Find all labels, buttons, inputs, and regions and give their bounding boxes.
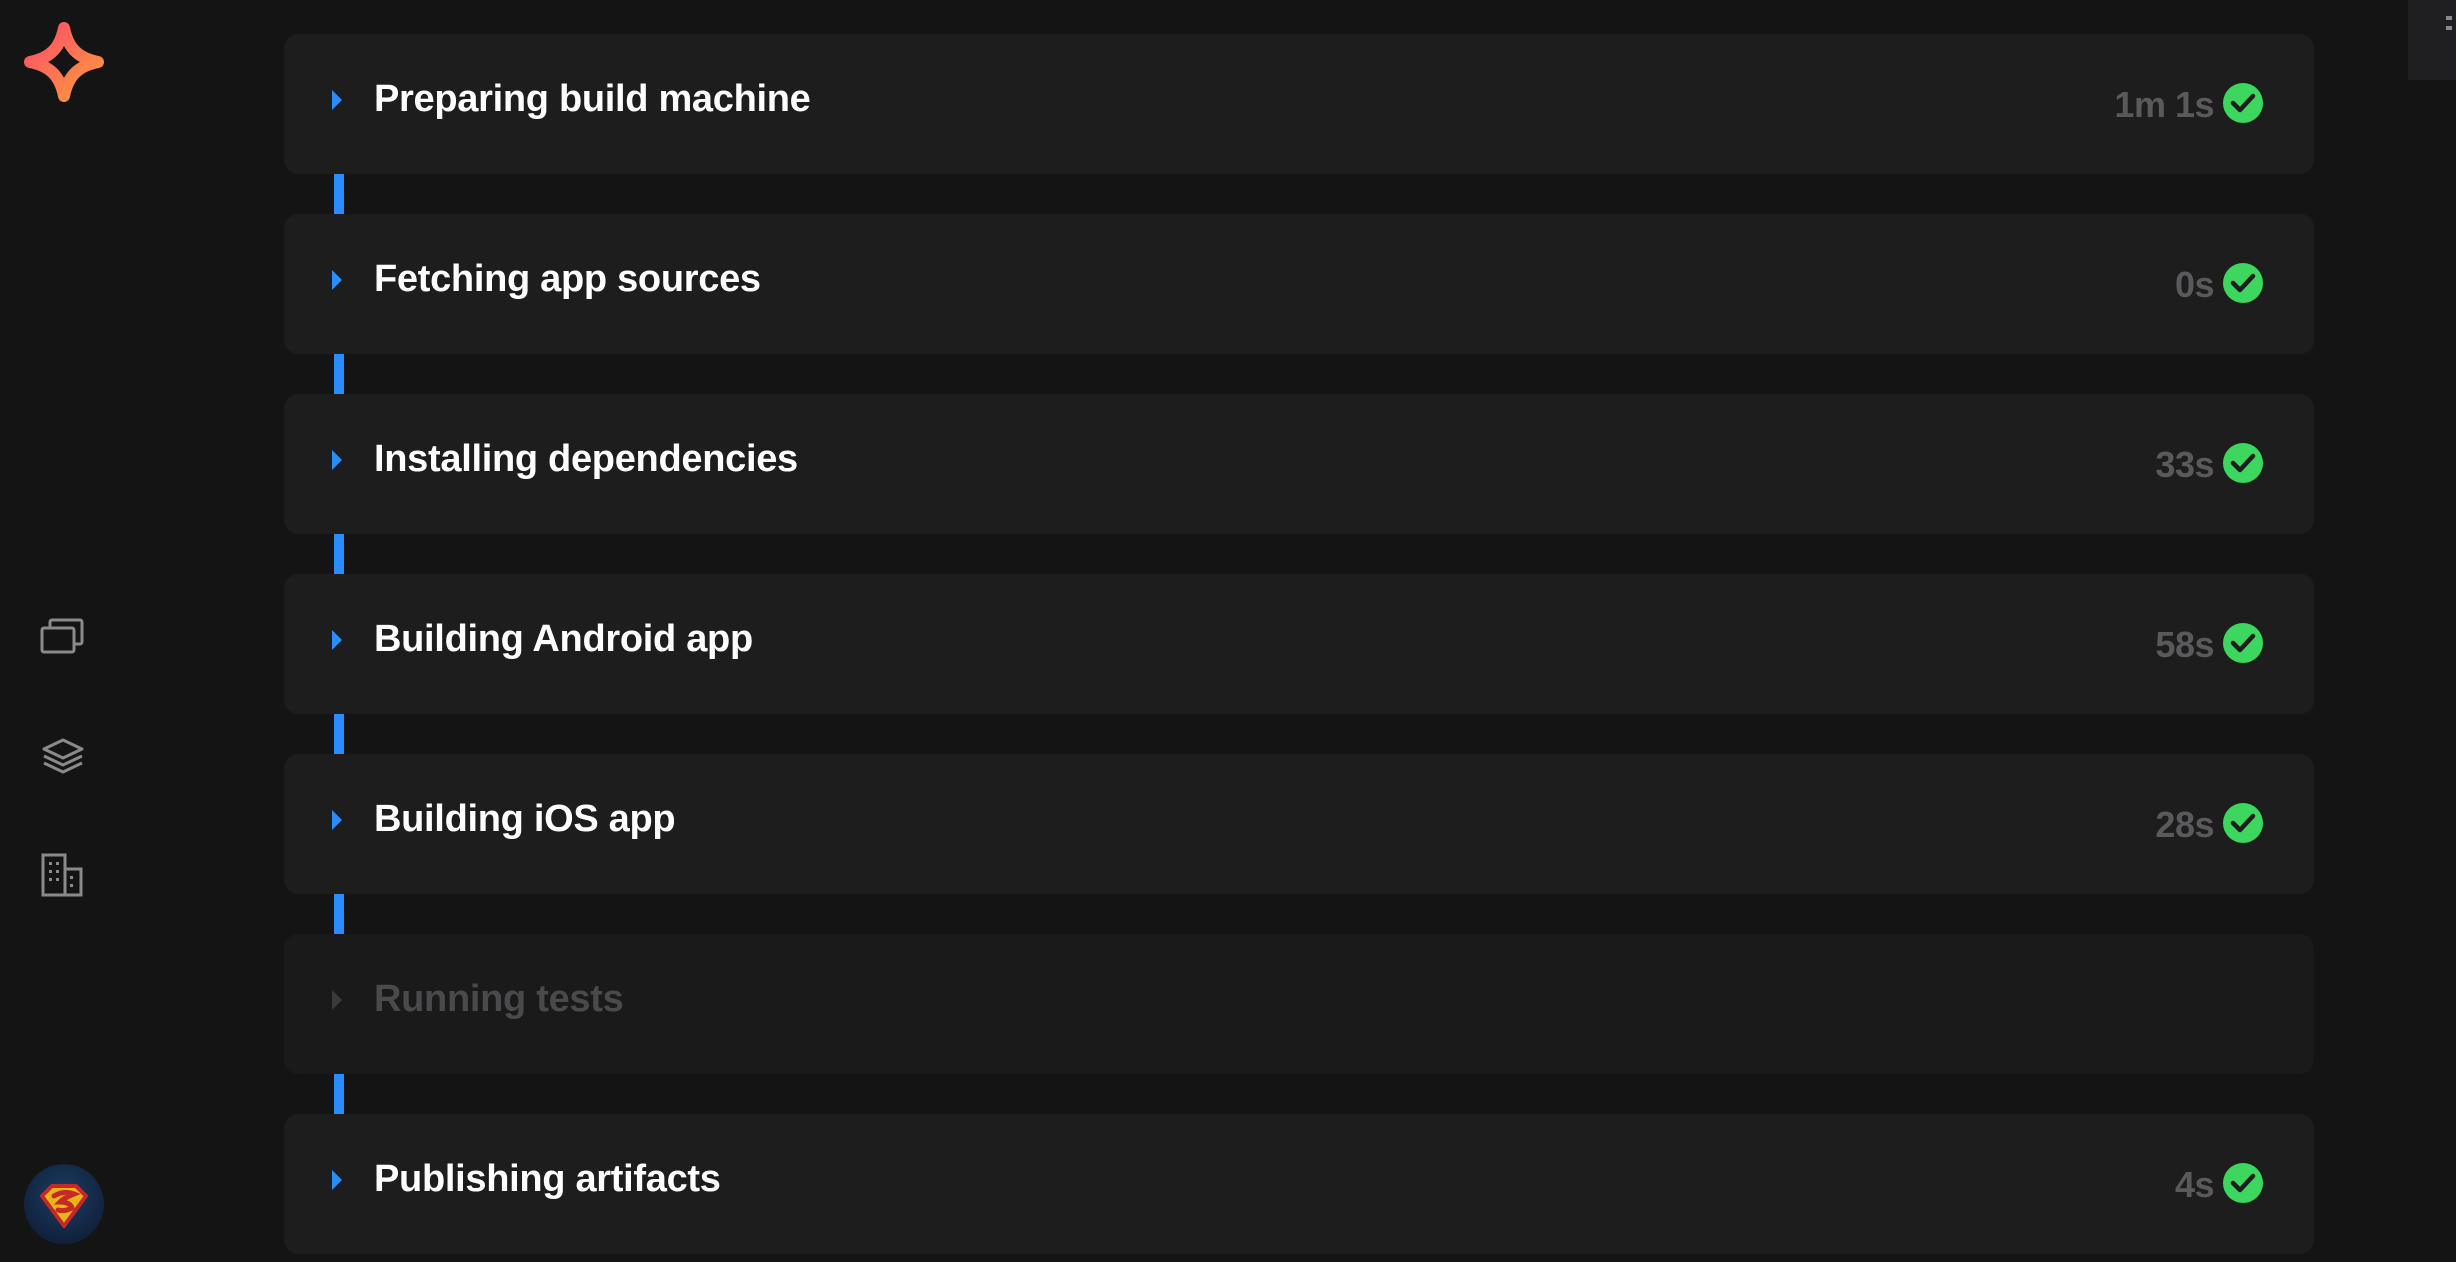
build-step[interactable]: Publishing artifacts 4s — [284, 1114, 2314, 1254]
step-title: Publishing artifacts — [374, 1158, 721, 1200]
expand-caret-icon[interactable] — [332, 90, 342, 110]
success-check-icon — [2223, 623, 2263, 663]
step-duration: 4s — [2174, 1164, 2215, 1205]
step-title: Fetching app sources — [374, 258, 761, 300]
logo-icon[interactable] — [24, 22, 104, 102]
step-connector — [334, 174, 344, 214]
success-check-icon — [2223, 443, 2263, 483]
step-duration: 1m 1s — [2114, 84, 2214, 125]
building-icon[interactable] — [38, 852, 88, 902]
step-connector — [334, 894, 344, 934]
step-title: Building Android app — [374, 618, 753, 660]
build-step-skipped[interactable]: Running tests — [284, 934, 2314, 1074]
step-duration: 58s — [2155, 624, 2214, 665]
step-connector — [334, 354, 344, 394]
step-duration: 0s — [2174, 264, 2215, 305]
step-connector — [334, 1074, 344, 1114]
success-check-icon — [2223, 83, 2263, 123]
step-title: Installing dependencies — [374, 438, 798, 480]
sidebar — [0, 0, 130, 1262]
apps-icon[interactable] — [38, 612, 88, 662]
expand-caret-icon[interactable] — [332, 990, 342, 1010]
step-connector — [334, 534, 344, 574]
step-title: Preparing build machine — [374, 78, 811, 120]
expand-caret-icon[interactable] — [332, 450, 342, 470]
success-check-icon — [2223, 803, 2263, 843]
more-icon — [2446, 16, 2452, 30]
success-check-icon — [2223, 1163, 2263, 1203]
build-step[interactable]: Preparing build machine 1m 1s — [284, 34, 2314, 174]
expand-caret-icon[interactable] — [332, 1170, 342, 1190]
build-step[interactable]: Installing dependencies 33s — [284, 394, 2314, 534]
menu-button[interactable] — [2408, 0, 2456, 80]
build-step[interactable]: Fetching app sources 0s — [284, 214, 2314, 354]
step-duration: 33s — [2155, 444, 2214, 485]
build-step[interactable]: Building iOS app 28s — [284, 754, 2314, 894]
expand-caret-icon[interactable] — [332, 810, 342, 830]
expand-caret-icon[interactable] — [332, 630, 342, 650]
expand-caret-icon[interactable] — [332, 270, 342, 290]
step-title: Running tests — [374, 978, 624, 1020]
step-connector — [334, 714, 344, 754]
user-avatar[interactable] — [24, 1164, 104, 1244]
layers-icon[interactable] — [38, 736, 88, 786]
success-check-icon — [2223, 263, 2263, 303]
step-title: Building iOS app — [374, 798, 676, 840]
build-step[interactable]: Building Android app 58s — [284, 574, 2314, 714]
step-duration: 28s — [2155, 804, 2214, 845]
build-steps-list: Preparing build machine 1m 1s Fetching a… — [284, 34, 2314, 1254]
